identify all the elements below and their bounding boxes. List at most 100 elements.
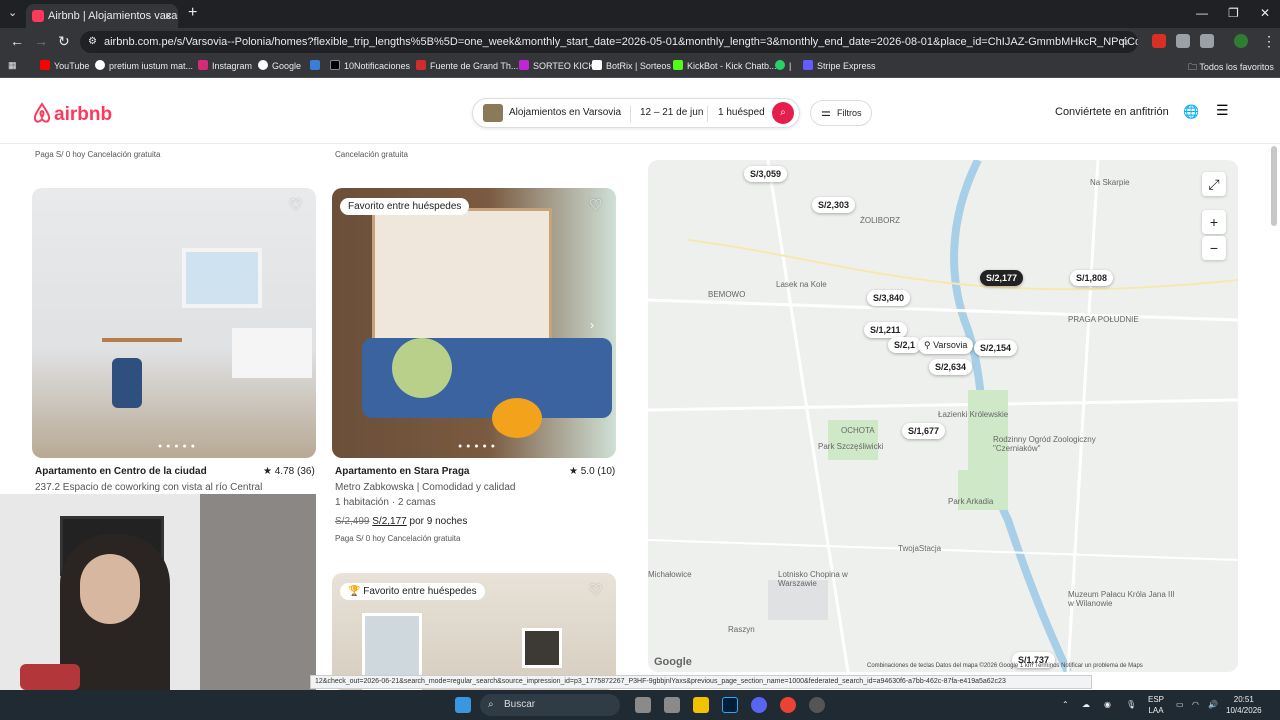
- zoom-in-button[interactable]: +: [1202, 210, 1226, 234]
- map-label: OCHOTA: [841, 426, 875, 435]
- price-pin[interactable]: S/2,1: [888, 337, 922, 353]
- bookmark-item[interactable]: Fuente de Grand Th...: [416, 60, 518, 71]
- location-field[interactable]: Alojamientos en Varsovia: [509, 107, 621, 118]
- listing-title[interactable]: Apartamento en Stara Praga: [335, 466, 470, 477]
- extension-icon[interactable]: [1152, 34, 1166, 48]
- microphone-icon[interactable]: 🎙: [1126, 699, 1136, 710]
- bookmark-item[interactable]: SORTEO KICK: [519, 60, 594, 71]
- taskbar-search[interactable]: ⌕ Buscar: [480, 694, 620, 716]
- botrix-icon: [592, 60, 602, 70]
- search-bar[interactable]: Alojamientos en Varsovia 12 – 21 de jun …: [472, 98, 800, 128]
- guests-field[interactable]: 1 huésped: [718, 107, 765, 118]
- forward-icon[interactable]: →: [34, 33, 48, 49]
- reload-icon[interactable]: ↻: [58, 33, 70, 50]
- listing-title[interactable]: Apartamento en Centro de la ciudad: [35, 466, 207, 477]
- bookmark-item[interactable]: Instagram: [198, 60, 252, 71]
- bookmark-item[interactable]: BotRix | Sorteos: [592, 60, 671, 71]
- app-icon[interactable]: [664, 697, 680, 713]
- price-pin[interactable]: S/3,840: [867, 290, 911, 306]
- taskbar-search-label: Buscar: [504, 699, 536, 710]
- divider: [630, 106, 631, 122]
- globe-icon[interactable]: 🌐: [1183, 104, 1199, 120]
- discord-icon[interactable]: [751, 697, 767, 713]
- payment-note: Paga S/ 0 hoy Cancelación gratuita: [35, 150, 161, 159]
- kick-icon: [519, 60, 529, 70]
- payment-note: Paga S/ 0 hoy Cancelación gratuita: [335, 534, 461, 543]
- photoshop-icon[interactable]: [722, 697, 738, 713]
- tray-chevron-icon[interactable]: ⌃: [1062, 699, 1069, 710]
- listing-price[interactable]: S/2,499 S/2,177 por 9 noches: [335, 516, 467, 527]
- tab-search-icon[interactable]: ⌄: [8, 6, 17, 19]
- file-explorer-icon[interactable]: [693, 697, 709, 713]
- back-icon[interactable]: ←: [10, 33, 24, 49]
- volume-icon[interactable]: 🔊: [1208, 699, 1218, 710]
- whatsapp-icon: [775, 60, 785, 70]
- bookmark-item[interactable]: Google: [258, 60, 301, 71]
- bookshelf-image: [372, 208, 552, 358]
- price-pin[interactable]: S/1,808: [1070, 270, 1114, 286]
- close-tab-icon[interactable]: ×: [165, 4, 172, 28]
- listing-rating: ★ 4.78 (36): [263, 466, 315, 477]
- windows-start-icon[interactable]: [455, 697, 471, 713]
- tray-icon[interactable]: ◉: [1104, 699, 1111, 710]
- tab-airbnb[interactable]: Airbnb | Alojamientos vacacion ×: [26, 4, 178, 28]
- bookmark-item[interactable]: |: [775, 60, 791, 71]
- next-photo-icon[interactable]: ›: [590, 318, 594, 332]
- wifi-icon[interactable]: ◠: [1192, 699, 1199, 710]
- app-icon[interactable]: [809, 697, 825, 713]
- listing-photo[interactable]: ● ● ● ● ●: [32, 188, 316, 458]
- keyboard-language[interactable]: ESP LAA: [1148, 694, 1164, 716]
- picture-image: [522, 628, 562, 668]
- filters-button[interactable]: ⚌ Filtros: [810, 100, 872, 126]
- become-host-link[interactable]: Conviértete en anfitrión: [1055, 106, 1169, 118]
- task-view-icon[interactable]: [635, 697, 651, 713]
- bookmark-item[interactable]: pretium iustum mat...: [95, 60, 193, 71]
- page-scrollbar[interactable]: [1271, 146, 1277, 226]
- apps-grid-icon[interactable]: ▦: [8, 60, 17, 71]
- all-bookmarks-folder[interactable]: 🗀 Todos los favoritos: [1188, 60, 1274, 76]
- bookmark-item[interactable]: [310, 60, 324, 71]
- network-icon[interactable]: ▭: [1176, 699, 1184, 710]
- bookmark-item[interactable]: Stripe Express: [803, 60, 876, 71]
- search-icon: ⌕: [488, 699, 494, 710]
- price-pin[interactable]: S/2,154: [974, 340, 1018, 356]
- extension-icon[interactable]: [1176, 34, 1190, 48]
- menu-icon[interactable]: ☰: [1216, 102, 1229, 119]
- airbnb-logo[interactable]: airbnb: [32, 102, 112, 126]
- price-pin-active[interactable]: S/2,177: [980, 270, 1024, 286]
- extensions-puzzle-icon[interactable]: [1200, 34, 1214, 48]
- bookmark-item[interactable]: KickBot - Kick Chatb...: [673, 60, 777, 71]
- price-pin[interactable]: S/1,677: [902, 423, 946, 439]
- expand-map-icon[interactable]: ⤢: [1202, 172, 1226, 196]
- tray-icon[interactable]: ☁: [1082, 699, 1090, 710]
- price-pin[interactable]: S/1,211: [864, 322, 907, 338]
- price-pin[interactable]: S/2,634: [929, 359, 973, 375]
- bookmark-item[interactable]: YouTube: [40, 60, 89, 71]
- clock[interactable]: 20:51 10/4/2026: [1226, 694, 1262, 716]
- new-price: S/2,177: [372, 516, 407, 527]
- bookmark-item[interactable]: 10Notificaciones: [330, 60, 410, 71]
- map-label: PRAGA POŁUDNIE: [1068, 315, 1139, 324]
- address-bar[interactable]: ⚙ airbnb.com.pe/s/Varsovia--Polonia/home…: [80, 31, 1138, 53]
- map-panel[interactable]: Na Skarpie Lasek na Kole BEMOWO PRAGA PO…: [648, 160, 1238, 672]
- chrome-menu-icon[interactable]: ⋮: [1262, 33, 1276, 50]
- minimize-icon[interactable]: —: [1196, 6, 1208, 20]
- map-label: Park Arkadia: [948, 497, 994, 506]
- price-pin[interactable]: S/2,303: [812, 197, 856, 213]
- site-info-icon[interactable]: ⚙: [88, 31, 97, 53]
- dates-field[interactable]: 12 – 21 de jun: [640, 107, 703, 118]
- close-window-icon[interactable]: ✕: [1260, 6, 1270, 20]
- face-image: [80, 554, 140, 624]
- chrome-icon[interactable]: [780, 697, 796, 713]
- zoom-out-button[interactable]: −: [1202, 236, 1226, 260]
- heart-icon[interactable]: ♡: [289, 196, 302, 214]
- listing-photo[interactable]: ● ● ● ● ●: [332, 188, 616, 458]
- maximize-icon[interactable]: ❐: [1228, 6, 1239, 20]
- heart-icon[interactable]: ♡: [589, 581, 602, 599]
- heart-icon[interactable]: ♡: [589, 196, 602, 214]
- search-button[interactable]: ⌕: [772, 102, 794, 124]
- bookmark-star-icon[interactable]: ☆: [1120, 31, 1130, 53]
- profile-avatar[interactable]: [1234, 34, 1248, 48]
- new-tab-button[interactable]: +: [188, 4, 197, 22]
- price-pin[interactable]: S/3,059: [744, 166, 788, 182]
